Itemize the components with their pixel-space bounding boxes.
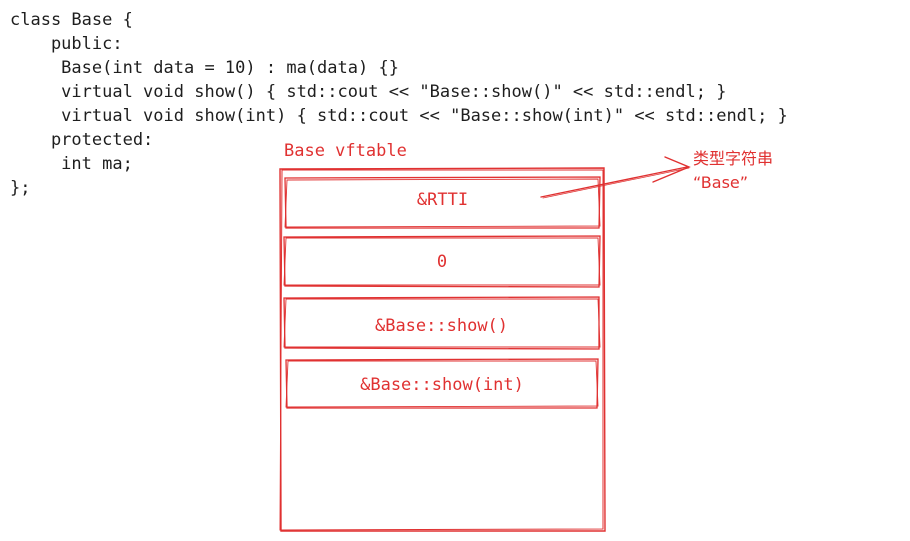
- rtti-annotation-line2: “Base”: [693, 173, 749, 192]
- vftable-slot-show: &Base::show(): [374, 316, 509, 336]
- vftable-slot-offset: 0: [436, 252, 448, 272]
- vftable-slot-show-int: &Base::show(int): [360, 375, 524, 395]
- rtti-annotation: 类型字符串 “Base”: [693, 147, 773, 195]
- rtti-annotation-line1: 类型字符串: [693, 149, 774, 168]
- vftable-slot-rtti: &RTTI: [416, 190, 469, 210]
